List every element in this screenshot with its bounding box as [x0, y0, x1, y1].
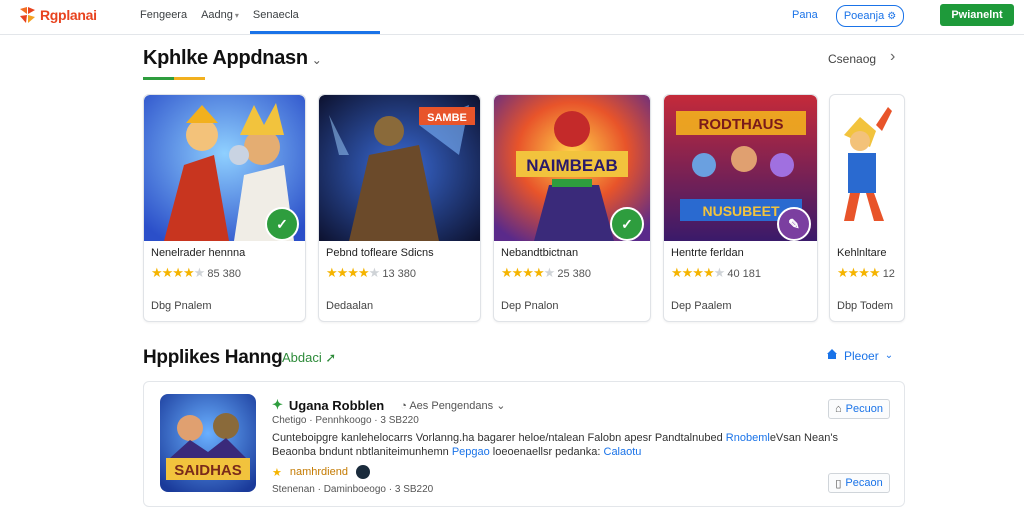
app-card[interactable]: SAMBE Pebnd tofleare Sdicns ★★★★★ 13 380… — [318, 94, 481, 322]
desc-link[interactable]: Calaotu — [604, 446, 642, 458]
nav-item-1[interactable]: Fengeera — [140, 9, 187, 21]
tag-text: namhrdiend — [289, 466, 348, 478]
app-rating: ★★★★★ 13 380 — [326, 265, 416, 281]
settings-icon: ⚙ — [887, 10, 897, 22]
section-title: Hpplikes Hanng — [143, 347, 283, 368]
nav-item-3[interactable]: Senaecla — [253, 9, 299, 21]
see-more-link[interactable]: Csenaog — [828, 52, 876, 66]
app-card[interactable]: Kehlnltare ★★★★ 12 Dbp Todem — [829, 94, 905, 322]
app-name: Kehlnltare — [837, 247, 887, 259]
list-item-description: Cunteboipgre kanlehelocarrs Vorlanng.ha … — [272, 431, 882, 459]
check-icon: ✓ — [265, 207, 299, 241]
leaf-icon: ✦ — [272, 397, 283, 412]
app-footer: Dep Paalem — [671, 300, 732, 312]
list-action-button[interactable]: ▯ Pecaon — [828, 473, 890, 493]
chevron-right-icon[interactable]: › — [890, 48, 895, 66]
rating-count: 85 380 — [207, 268, 241, 280]
app-name: Hentrte ferldan — [671, 247, 744, 259]
app-rating: ★★★★★ 25 380 — [501, 265, 591, 281]
star-rating-icon: ★★★★ — [837, 265, 881, 280]
app-rating: ★★★★ 12 — [837, 265, 895, 281]
app-card[interactable]: NAIMBEAB ✓ Nebandtbictnan ★★★★★ 25 380 D… — [493, 94, 651, 322]
app-name: Pebnd tofleare Sdicns — [326, 247, 434, 259]
button-label: Pecuon — [845, 403, 883, 415]
list-action-button[interactable]: ⌂ Pecuon — [828, 399, 890, 419]
button-label: Pecaon — [845, 477, 883, 489]
arrow-right-icon: ➚ — [325, 350, 337, 365]
top-link[interactable]: Pana — [792, 9, 818, 21]
list-item-tags: ★ namhrdiend — [272, 465, 370, 479]
nav-item-label: Fengeera — [140, 9, 188, 21]
star-icon: ★ — [272, 466, 282, 479]
desc-text: Cunteboipgre kanlehelocarrs Vorlanng.ha … — [272, 432, 726, 444]
svg-text:SAMBE: SAMBE — [427, 112, 467, 124]
home-icon — [826, 348, 838, 363]
primary-action-button[interactable]: Pwianelnt — [940, 4, 1014, 26]
chevron-down-icon: ⌄ — [884, 350, 894, 361]
desc-link[interactable]: Rnobeml — [726, 432, 770, 444]
nav-item-label: Aadng — [201, 9, 233, 21]
list-item[interactable]: SAIDHAS ✦ Ugana Robblen ◔ Aes Pengendans… — [143, 381, 905, 507]
active-tab-indicator — [250, 31, 380, 34]
app-card[interactable]: ✓ Nenelrader hennna ★★★★★ 85 380 Dbg Pna… — [143, 94, 306, 322]
section-title-underline — [143, 77, 205, 80]
game-artwork-image: SAIDHAS — [160, 394, 256, 492]
list-item-title-text: Ugana Robblen — [288, 397, 385, 413]
sort-label: Pleoer — [844, 348, 879, 363]
section-title-text: Kphlke Appdnasn — [143, 47, 308, 69]
svg-text:NUSUBEET: NUSUBEET — [702, 203, 779, 219]
section-subtitle: Abdaci — [282, 350, 322, 365]
check-icon: ✓ — [610, 207, 644, 241]
sort-dropdown[interactable]: Pleoer ⌄ — [826, 348, 893, 363]
list-item-meta-text: Aes Pengendans — [409, 399, 494, 412]
pencil-icon: ✎ — [777, 207, 811, 241]
rating-count: 13 380 — [382, 268, 416, 280]
star-rating-icon: ★★★★★ — [501, 265, 555, 280]
rating-count: 12 — [882, 268, 895, 280]
logo-icon — [18, 6, 36, 24]
bookmark-icon: ▯ — [835, 477, 842, 490]
rating-count: 25 380 — [557, 268, 591, 280]
section-subtitle-link[interactable]: Abdaci ➚ — [282, 350, 336, 366]
list-item-details: Stenenan · Daminboeogo · 3 SB220 — [272, 484, 434, 495]
app-footer: Dbp Todem — [837, 300, 894, 312]
pill-label: Poeanja — [843, 10, 885, 22]
chevron-down-icon: ⌄ — [311, 53, 322, 67]
app-rating: ★★★★★ 85 380 — [151, 265, 241, 281]
app-rating: ★★★★★ 40 181 — [671, 265, 761, 281]
app-name: Nenelrader hennna — [151, 247, 246, 259]
svg-text:SAIDHAS: SAIDHAS — [174, 462, 242, 479]
main-nav: Fengeera Aadng ▾ Senaecla — [140, 9, 299, 21]
nav-item-2[interactable]: Aadng ▾ — [201, 9, 239, 21]
star-rating-icon: ★★★★★ — [326, 265, 380, 280]
app-footer: Dbg Pnalem — [151, 300, 212, 312]
star-rating-icon: ★★★★★ — [151, 265, 205, 280]
game-artwork-image: SAMBE — [319, 95, 480, 241]
brand-logo[interactable]: Rgplanai — [18, 6, 97, 24]
home-icon: ⌂ — [835, 403, 842, 415]
rating-count: 40 181 — [727, 268, 761, 280]
list-item-title[interactable]: ✦ Ugana Robblen ◔ Aes Pengendans ⌄ — [272, 397, 505, 413]
app-footer: Dedaalan — [326, 300, 374, 312]
chevron-down-icon: ▾ — [234, 11, 239, 20]
top-navigation-bar: Rgplanai Fengeera Aadng ▾ Senaecla Pana P… — [0, 0, 1024, 35]
game-artwork-image — [830, 95, 904, 241]
desc-link[interactable]: Pepgao — [452, 446, 490, 458]
top-pill-button[interactable]: Poeanja ⚙ — [836, 5, 904, 27]
list-item-details: Chetigo · Pennhkoogo · 3 SB220 — [272, 415, 419, 426]
list-item-meta: ◔ Aes Pengendans ⌄ — [400, 399, 506, 412]
svg-text:NAIMBEAB: NAIMBEAB — [526, 156, 618, 175]
nav-item-label: Senaecla — [252, 9, 299, 21]
desc-text: loeoenaellsr pedanka: — [489, 446, 604, 458]
section-title[interactable]: Kphlke Appdnasn ⌄ — [143, 47, 322, 70]
avatar — [355, 465, 370, 479]
brand-name: Rgplanai — [40, 7, 97, 23]
app-name: Nebandtbictnan — [501, 247, 579, 259]
star-rating-icon: ★★★★★ — [671, 265, 725, 280]
app-card[interactable]: RODTHAUS NUSUBEET ✎ Hentrte ferldan ★★★★… — [663, 94, 818, 322]
svg-text:RODTHAUS: RODTHAUS — [699, 116, 784, 133]
app-footer: Dep Pnalon — [501, 300, 559, 312]
